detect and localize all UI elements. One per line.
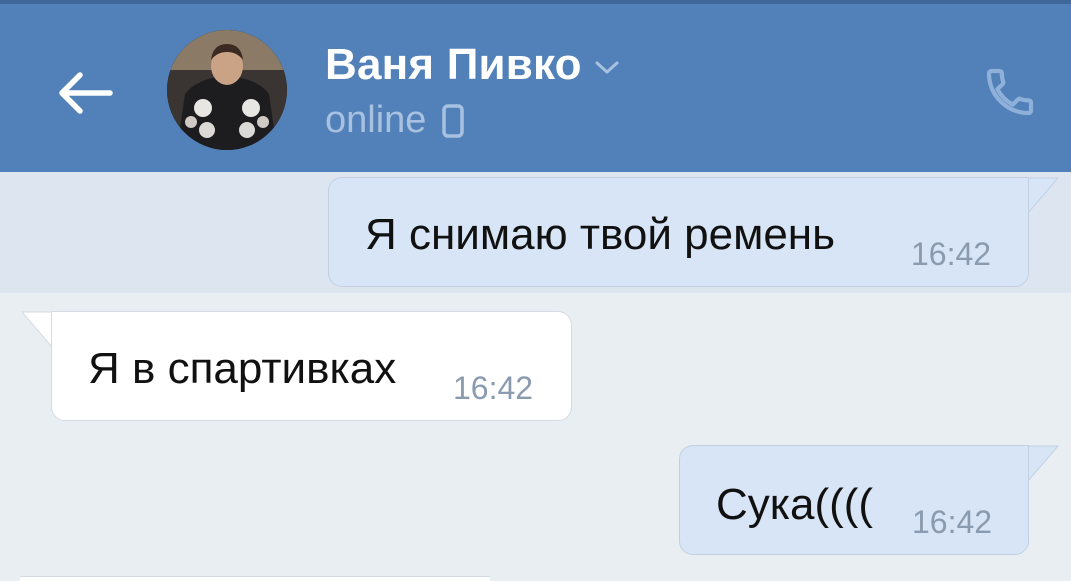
chevron-down-icon <box>595 61 619 74</box>
message-time: 16:42 <box>453 370 534 406</box>
contact-name: Ваня Пивко <box>325 40 582 89</box>
message-bubble-outgoing[interactable]: Сука(((( 16:42 <box>679 445 1029 555</box>
avatar-photo <box>167 30 287 150</box>
phone-call-icon <box>986 68 1034 116</box>
mobile-phone-icon <box>442 103 465 138</box>
contact-title[interactable]: Ваня Пивко <box>325 40 620 90</box>
contact-status: online <box>325 99 465 142</box>
message-text: Я в спартивках <box>88 344 397 393</box>
message-text: Я снимаю твой ремень <box>365 210 836 259</box>
message-text: Сука(((( <box>716 480 874 529</box>
next-message-edge <box>20 576 490 581</box>
message-time: 16:42 <box>911 236 992 272</box>
status-text: online <box>325 99 427 141</box>
message-time: 16:42 <box>912 504 993 540</box>
call-button[interactable] <box>980 62 1040 122</box>
avatar[interactable] <box>167 30 287 150</box>
arrow-left-icon <box>59 72 113 114</box>
bubble-tail <box>1026 445 1060 483</box>
chat-header: Ваня Пивко online <box>0 0 1071 172</box>
bubble-tail <box>1026 177 1060 215</box>
message-bubble-incoming[interactable]: Я в спартивках 16:42 <box>51 311 572 421</box>
back-button[interactable] <box>52 60 118 126</box>
message-bubble-outgoing[interactable]: Я снимаю твой ремень 16:42 <box>328 177 1029 287</box>
